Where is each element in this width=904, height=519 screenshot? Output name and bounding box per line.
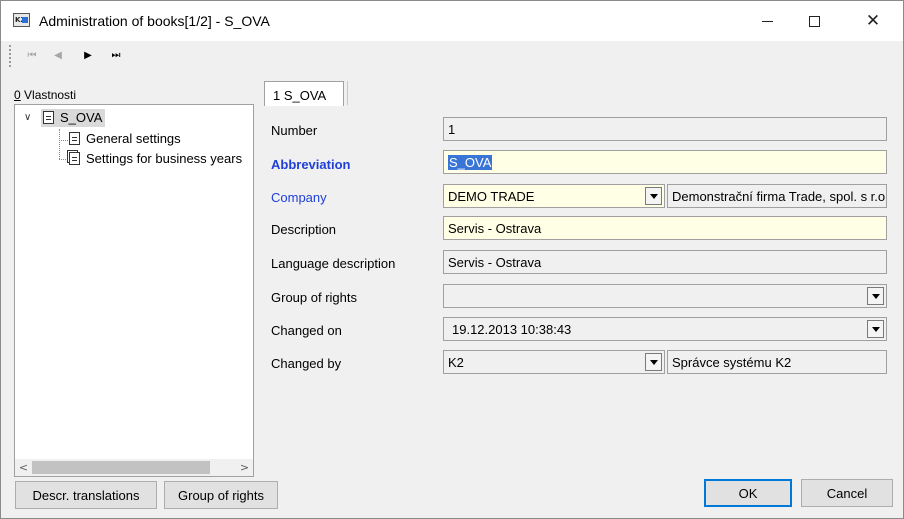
group-of-rights-dropdown-button[interactable] <box>867 287 884 305</box>
number-field: 1 <box>443 117 887 141</box>
chevron-left-icon: < <box>18 461 29 474</box>
tree-item-general-settings[interactable]: General settings <box>69 131 181 146</box>
first-record-icon: ⏮ <box>27 49 37 61</box>
ok-button[interactable]: OK <box>704 479 792 507</box>
chevron-down-icon <box>871 326 880 332</box>
changed-by-description-field: Správce systému K2 <box>667 350 887 374</box>
previous-record-button[interactable]: ◀ <box>49 47 67 63</box>
tree-item-label: S_OVA <box>60 110 103 125</box>
next-record-button[interactable]: ▶ <box>79 47 97 63</box>
tree-item-label: General settings <box>86 131 181 146</box>
record-navigation-toolbar: ⏮ ◀ ▶ ⏭ <box>1 41 903 71</box>
group-of-rights-select[interactable] <box>443 284 887 308</box>
minimize-button[interactable] <box>744 1 790 41</box>
app-icon: K2 <box>13 13 30 27</box>
maximize-button[interactable] <box>791 1 837 41</box>
company-description-field: Demonstrační firma Trade, spol. s r.o. <box>667 184 887 208</box>
abbreviation-input[interactable]: S_OVA <box>443 150 887 174</box>
dialog-window: K2 Administration of books[1/2] - S_OVA … <box>0 0 904 519</box>
changed-by-value: K2 <box>448 355 464 370</box>
description-input[interactable]: Servis - Ostrava <box>443 216 887 240</box>
company-dropdown-button[interactable] <box>645 187 662 205</box>
changed-by-select[interactable]: K2 <box>443 350 665 374</box>
language-description-field: Servis - Ostrava <box>443 250 887 274</box>
minimize-icon <box>761 20 773 22</box>
chevron-down-icon <box>871 293 880 299</box>
company-value: DEMO TRADE <box>448 189 535 204</box>
changed-by-label: Changed by <box>271 356 342 371</box>
changed-on-label: Changed on <box>271 323 342 338</box>
language-description-label: Language description <box>271 256 396 271</box>
abbreviation-label: Abbreviation <box>271 157 351 172</box>
abbreviation-value: S_OVA <box>448 155 493 170</box>
company-label: Company <box>271 190 327 205</box>
chevron-down-icon <box>649 193 658 199</box>
changed-by-dropdown-button[interactable] <box>645 353 662 371</box>
number-label: Number <box>271 123 318 138</box>
window-title: Administration of books[1/2] - S_OVA <box>39 13 270 29</box>
changed-on-value: 19.12.2013 10:38:43 <box>452 322 572 337</box>
title-bar[interactable]: K2 Administration of books[1/2] - S_OVA … <box>1 1 903 41</box>
close-icon: ✕ <box>865 10 881 31</box>
tree-item-root[interactable]: S_OVA <box>41 109 106 127</box>
company-select[interactable]: DEMO TRADE <box>443 184 665 208</box>
next-record-icon: ▶ <box>84 49 92 61</box>
changed-on-select[interactable]: 19.12.2013 10:38:43 <box>443 317 887 341</box>
previous-record-icon: ◀ <box>54 49 62 61</box>
tree-connector <box>59 129 60 159</box>
tree-horizontal-scrollbar[interactable]: < > <box>15 459 253 476</box>
properties-label: 0 Vlastnosti <box>14 88 76 102</box>
tree-item-business-years[interactable]: Settings for business years <box>69 151 242 166</box>
first-record-button[interactable]: ⏮ <box>23 47 41 63</box>
last-record-button[interactable]: ⏭ <box>107 47 125 63</box>
group-of-rights-button[interactable]: Group of rights <box>164 481 278 509</box>
document-icon <box>43 111 54 124</box>
last-record-icon: ⏭ <box>111 49 121 61</box>
scroll-left-button[interactable]: < <box>15 459 32 476</box>
tree-connector <box>59 159 68 160</box>
app-icon-accent <box>22 17 28 23</box>
chevron-right-icon: > <box>239 461 250 474</box>
changed-on-dropdown-button[interactable] <box>867 320 884 338</box>
scroll-right-button[interactable]: > <box>236 459 253 476</box>
description-label: Description <box>271 222 337 237</box>
tree-connector <box>59 140 68 141</box>
chevron-down-icon <box>649 359 658 365</box>
documents-icon <box>69 152 80 165</box>
group-of-rights-label: Group of rights <box>271 290 357 305</box>
properties-label-text: Vlastnosti <box>20 88 77 102</box>
tree-item-label: Settings for business years <box>86 151 243 166</box>
properties-tree[interactable]: ∨ S_OVA General settings Settings for bu… <box>14 104 254 477</box>
cancel-button[interactable]: Cancel <box>801 479 893 507</box>
tab-divider <box>347 81 348 105</box>
close-button[interactable]: ✕ <box>850 1 896 41</box>
maximize-icon <box>808 15 820 27</box>
scrollbar-thumb[interactable] <box>32 461 210 474</box>
properties-label-hotkey: 0 <box>14 88 21 102</box>
toolbar-grip[interactable] <box>9 45 11 67</box>
tab-record[interactable]: 1 S_OVA <box>264 81 344 106</box>
descr-translations-button[interactable]: Descr. translations <box>15 481 157 509</box>
chevron-down-icon[interactable]: ∨ <box>24 112 31 123</box>
document-icon <box>69 132 80 145</box>
